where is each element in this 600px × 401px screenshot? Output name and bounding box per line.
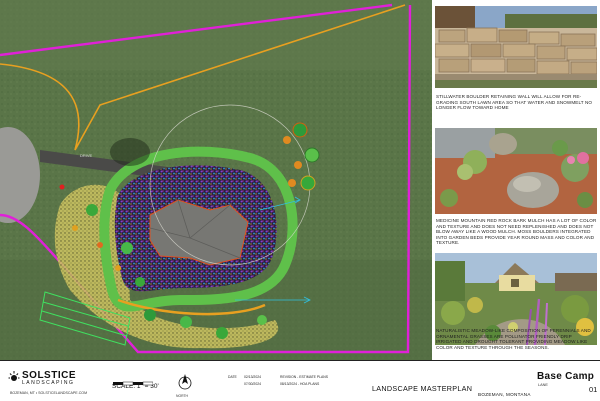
driveway-label: DRIVE <box>80 153 93 158</box>
field-north <box>0 0 432 70</box>
tree-shadow <box>110 138 150 166</box>
site-plan-drawing: DRIVE <box>0 0 432 360</box>
photo-caption-2: Medicine Mountain red rock bark mulch ha… <box>436 218 597 246</box>
landscape-plan-sheet: DRIVE STILLWATER BOULDER RETAINING WALL … <box>0 0 600 401</box>
client-name: Base Camp <box>537 371 595 382</box>
project-title: LANDSCAPE MASTERPLAN <box>372 384 473 393</box>
entry-marker <box>59 184 65 190</box>
reference-sidebar: Stillwater boulder retaining wall will a… <box>432 0 600 360</box>
date-1: 02/13/2024 <box>244 375 261 379</box>
boulder-wall-photo <box>435 6 597 88</box>
date-2: 07/30/2024 <box>244 382 261 386</box>
site-plan: DRIVE <box>0 0 432 360</box>
revision-1: REVISION - ESTIMATE PLANS <box>280 375 328 379</box>
scale-bar-icon <box>113 374 154 392</box>
sun-logo-icon <box>8 370 20 388</box>
north-arrow-icon <box>178 374 192 395</box>
title-block: SOLSTICE LANDSCAPING BOZEMAN, MT • SOLST… <box>0 360 600 401</box>
photo-caption-3: Naturalistic meadow-like composition of … <box>436 328 591 350</box>
project-location: BOZEMAN, MONTANA <box>478 392 531 397</box>
date-label: DATE <box>228 375 237 379</box>
sheet-number: 01 <box>589 385 598 394</box>
lane-label: LANE <box>538 383 548 387</box>
company-contact: BOZEMAN, MT • SOLSTICELANDSCAPE.COM <box>10 391 88 395</box>
photo-caption-1: Stillwater boulder retaining wall will a… <box>436 94 593 111</box>
company-subtitle: LANDSCAPING <box>22 380 75 386</box>
north-label: NORTH <box>176 394 188 398</box>
mulch-boulder-photo <box>435 128 597 214</box>
revision-2: 08/13/2024 - HOA PLANS <box>280 382 320 386</box>
